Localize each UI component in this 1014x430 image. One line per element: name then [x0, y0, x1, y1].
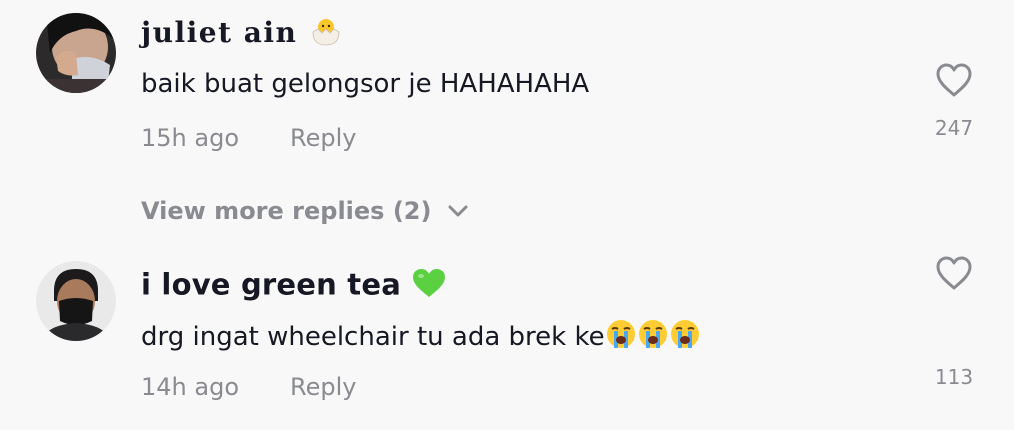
comment-username[interactable]: juliet ain — [141, 16, 343, 53]
comment-timestamp: 14h ago — [141, 373, 240, 401]
comment-timestamp: 15h ago — [141, 124, 240, 152]
crying-face-icon — [605, 318, 637, 357]
avatar-photo — [36, 13, 116, 93]
like-button[interactable] — [930, 255, 978, 430]
heart-outline-icon — [936, 256, 972, 290]
hatching-chick-icon — [309, 16, 343, 53]
reply-button[interactable]: Reply — [290, 124, 356, 152]
view-more-replies-label: View more replies (2) — [141, 197, 432, 225]
chevron-down-icon — [448, 205, 468, 217]
view-more-replies-button[interactable]: View more replies (2) — [141, 197, 469, 225]
comment-text-content: drg ingat wheelchair tu ada brek ke — [141, 322, 605, 352]
avatar[interactable] — [36, 13, 116, 93]
comment-item: juliet ain baik buat gelongsor je HAHAHA… — [0, 0, 1014, 180]
crying-face-icon — [669, 318, 701, 357]
comment-text: baik buat gelongsor je HAHAHAHA — [141, 69, 590, 99]
crying-face-icon — [637, 318, 669, 357]
avatar[interactable] — [36, 261, 116, 341]
green-heart-icon — [411, 267, 447, 306]
comment-text: drg ingat wheelchair tu ada brek ke — [141, 318, 701, 357]
username-text: i love green tea — [141, 267, 402, 302]
comment-item: i love green tea drg ingat wheelchair tu… — [0, 255, 1014, 430]
comment-username[interactable]: i love green tea — [141, 267, 447, 306]
heart-outline-icon — [936, 63, 972, 97]
like-count: 247 — [934, 116, 974, 140]
username-text: juliet ain — [141, 16, 298, 49]
avatar-photo — [36, 261, 116, 341]
like-button[interactable] — [930, 62, 978, 98]
reply-button[interactable]: Reply — [290, 373, 356, 401]
